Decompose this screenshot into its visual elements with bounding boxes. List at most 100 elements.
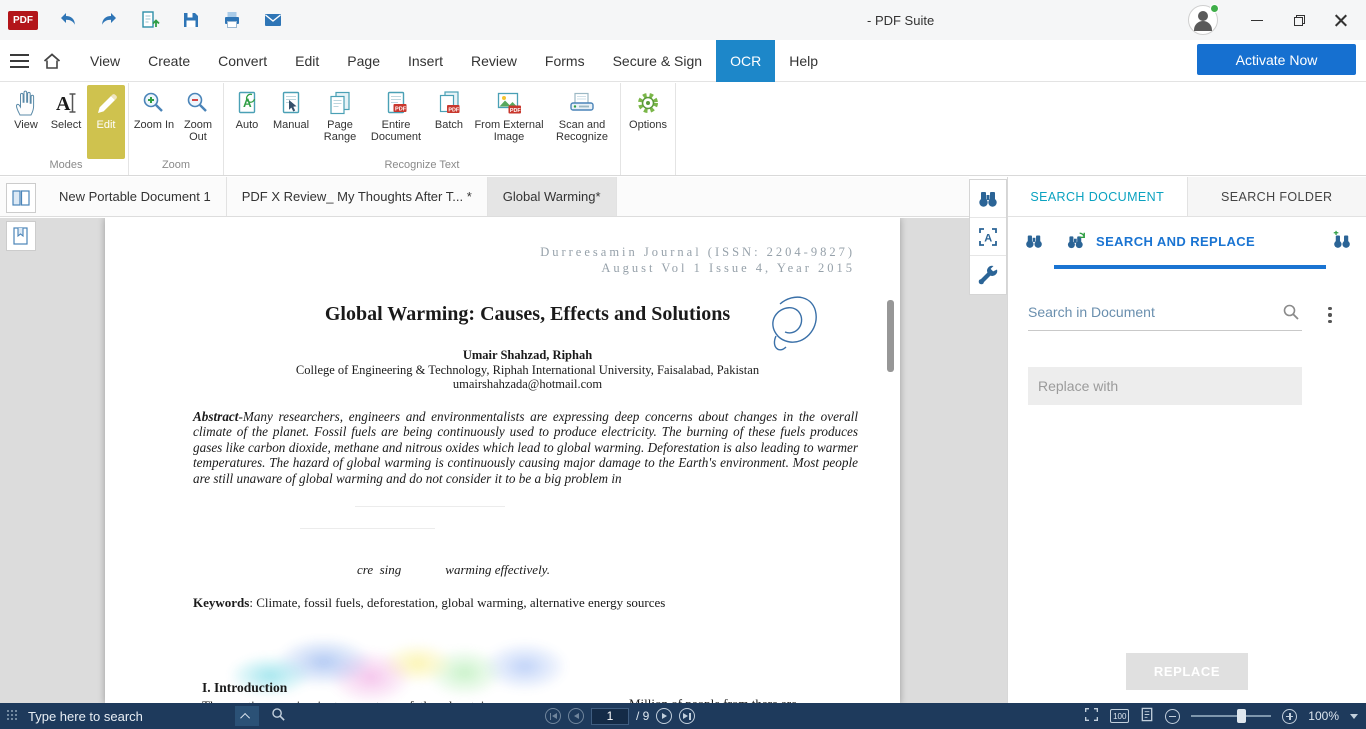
- active-section-underline: [1054, 265, 1326, 269]
- tab-search-document[interactable]: SEARCH DOCUMENT: [1008, 177, 1187, 216]
- wrench-icon: [976, 263, 1000, 287]
- import-document-icon[interactable]: [138, 8, 162, 32]
- zoom-slider-thumb[interactable]: [1237, 709, 1246, 723]
- hamburger-menu-icon[interactable]: [0, 40, 34, 82]
- tab-page[interactable]: Page: [333, 40, 394, 82]
- search-only-icon[interactable]: [1022, 229, 1046, 253]
- zoom-dropdown-caret-icon[interactable]: [1350, 714, 1358, 719]
- search-input-field[interactable]: [1028, 295, 1302, 331]
- statusbar-search-icon[interactable]: [271, 707, 286, 725]
- tab-forms[interactable]: Forms: [531, 40, 599, 82]
- doc-tab-new-portable-document[interactable]: New Portable Document 1: [44, 177, 227, 216]
- replace-input-field[interactable]: [1028, 367, 1302, 405]
- search-options-icon[interactable]: [1330, 229, 1354, 253]
- activate-now-button[interactable]: Activate Now: [1197, 44, 1356, 75]
- replace-input[interactable]: [1028, 367, 1302, 405]
- next-page-button[interactable]: [656, 708, 672, 724]
- search-more-options-icon[interactable]: [1322, 303, 1338, 327]
- fix-tool-button[interactable]: [970, 256, 1006, 294]
- replace-button[interactable]: REPLACE: [1126, 653, 1248, 690]
- titlebar: PDF - PDF Suite: [0, 0, 1366, 40]
- tab-ocr[interactable]: OCR: [716, 40, 775, 82]
- email-icon[interactable]: [261, 8, 285, 32]
- search-tool-button[interactable]: [970, 180, 1006, 218]
- restore-icon: [1294, 15, 1305, 26]
- fullscreen-icon[interactable]: [1084, 707, 1099, 725]
- chevron-up-icon: [241, 712, 251, 722]
- ocr-entire-document-button[interactable]: PDF Entire Document: [365, 85, 427, 159]
- panels-icon: [10, 187, 32, 209]
- drag-handle-icon[interactable]: [7, 710, 19, 722]
- fit-page-icon[interactable]: [1140, 707, 1154, 725]
- tab-edit[interactable]: Edit: [281, 40, 333, 82]
- zoom-100-preset-button[interactable]: 100: [1110, 709, 1129, 723]
- tab-secure-sign[interactable]: Secure & Sign: [599, 40, 717, 82]
- ocr-region-tool-button[interactable]: A: [970, 218, 1006, 256]
- zoom-in-button[interactable]: Zoom In: [132, 85, 176, 159]
- pencil-icon: [94, 90, 118, 116]
- zoom-level-label[interactable]: 100%: [1308, 709, 1339, 723]
- print-icon[interactable]: [220, 8, 244, 32]
- tab-help[interactable]: Help: [775, 40, 832, 82]
- ocr-page-range-button[interactable]: Page Range: [315, 85, 365, 159]
- ribbon-group-modes: View A Select Edit Modes: [4, 83, 129, 175]
- ribbon-group-options: Options: [621, 83, 676, 175]
- minimize-button[interactable]: [1236, 0, 1278, 40]
- doc-tab-pdf-x-review[interactable]: PDF X Review_ My Thoughts After T... *: [227, 177, 488, 216]
- search-input[interactable]: [1028, 295, 1268, 329]
- zoom-out-button[interactable]: [1165, 709, 1180, 724]
- view-mode-button[interactable]: View: [7, 85, 45, 159]
- save-icon[interactable]: [179, 8, 203, 32]
- search-replace-icon[interactable]: [1064, 229, 1088, 253]
- current-page-input[interactable]: 1: [591, 708, 629, 725]
- page-count-label: / 9: [636, 709, 649, 723]
- edit-mode-button[interactable]: Edit: [87, 85, 125, 159]
- collapse-toolbar-button[interactable]: [235, 706, 259, 726]
- tab-view[interactable]: View: [76, 40, 134, 82]
- ocr-auto-button[interactable]: A Auto: [227, 85, 267, 159]
- undo-icon[interactable]: [56, 8, 80, 32]
- ocr-from-external-image-button[interactable]: PDF From External Image: [471, 85, 547, 159]
- search-panel-tabs: SEARCH DOCUMENT SEARCH FOLDER: [1008, 177, 1366, 217]
- ocr-manual-button[interactable]: Manual: [267, 85, 315, 159]
- auto-recognize-icon: A: [235, 90, 259, 116]
- redo-icon[interactable]: [97, 8, 121, 32]
- select-text-icon: A: [54, 90, 78, 116]
- close-button[interactable]: [1320, 0, 1362, 40]
- home-icon[interactable]: [34, 40, 70, 82]
- last-page-button[interactable]: [679, 708, 695, 724]
- ocr-batch-button[interactable]: PDF Batch: [427, 85, 471, 159]
- first-page-button[interactable]: [545, 708, 561, 724]
- vertical-scrollbar-thumb[interactable]: [887, 300, 894, 372]
- scan-and-recognize-button[interactable]: Scan and Recognize: [547, 85, 617, 159]
- entire-document-icon: PDF: [384, 90, 408, 116]
- tab-convert[interactable]: Convert: [204, 40, 281, 82]
- menubar: View Create Convert Edit Page Insert Rev…: [0, 40, 1366, 82]
- previous-page-button[interactable]: [568, 708, 584, 724]
- search-panel: SEARCH DOCUMENT SEARCH FOLDER SEARCH AND…: [1007, 177, 1366, 703]
- tab-review[interactable]: Review: [457, 40, 531, 82]
- account-avatar[interactable]: [1188, 5, 1218, 35]
- page-navigation: 1 / 9: [545, 703, 695, 729]
- select-mode-button[interactable]: A Select: [45, 85, 87, 159]
- statusbar-search-hint[interactable]: Type here to search: [28, 709, 143, 724]
- binoculars-icon: [976, 187, 1000, 211]
- zoom-in-button[interactable]: [1282, 709, 1297, 724]
- bookmarks-panel-toggle[interactable]: [6, 221, 36, 251]
- thumbnails-panel-toggle[interactable]: [6, 183, 36, 213]
- tab-search-folder[interactable]: SEARCH FOLDER: [1187, 177, 1366, 216]
- ink-annotation[interactable]: [750, 290, 832, 373]
- tab-insert[interactable]: Insert: [394, 40, 457, 82]
- zoom-slider[interactable]: [1191, 709, 1271, 723]
- ribbon-group-recognize-text: A Auto Manual Page Range PDF Entire Docu…: [224, 83, 621, 175]
- svg-text:A: A: [243, 96, 252, 110]
- options-button[interactable]: Options: [624, 85, 672, 159]
- pdf-page[interactable]: Durreesamin Journal (ISSN: 2204-9827) Au…: [105, 218, 900, 703]
- app-logo: PDF: [8, 11, 38, 30]
- restore-button[interactable]: [1278, 0, 1320, 40]
- zoom-out-button[interactable]: Zoom Out: [176, 85, 220, 159]
- doc-tab-global-warming[interactable]: Global Warming*: [488, 177, 617, 216]
- search-magnifier-icon[interactable]: [1282, 303, 1300, 326]
- tab-create[interactable]: Create: [134, 40, 204, 82]
- document-viewport[interactable]: Durreesamin Journal (ISSN: 2204-9827) Au…: [0, 218, 1007, 703]
